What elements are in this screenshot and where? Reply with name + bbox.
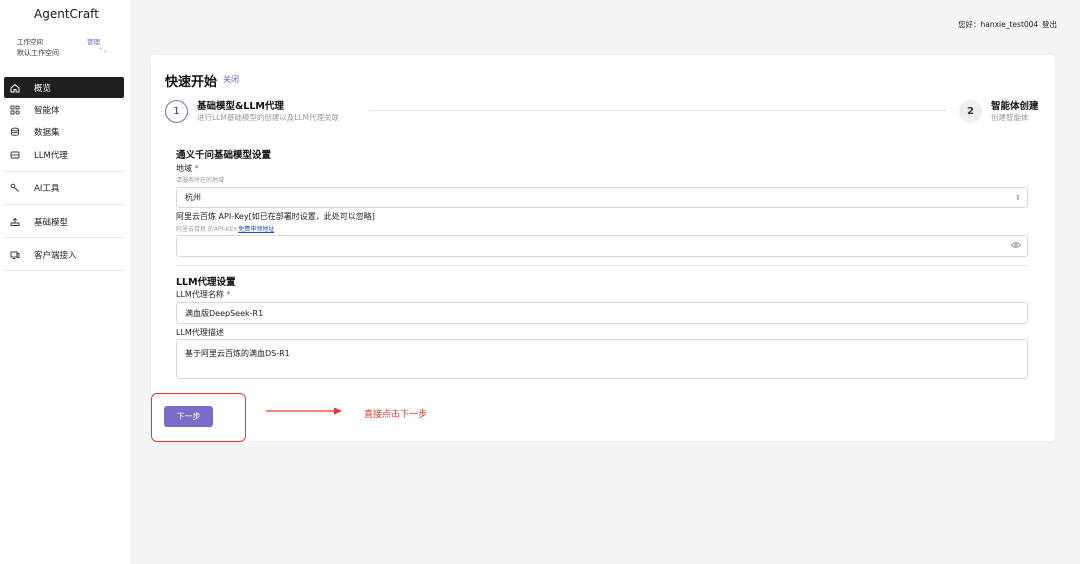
- logout-link[interactable]: 登出: [1042, 19, 1057, 30]
- step-1-title: 基础模型&LLM代理: [197, 101, 284, 112]
- sidebar-item-label: 客户端接入: [34, 250, 77, 261]
- step-2-indicator: 2: [959, 100, 982, 123]
- sidebar-item-base-models[interactable]: 基础模型: [4, 211, 124, 232]
- proxy-desc-value: 基于阿里云百炼的满血DS-R1: [185, 349, 290, 358]
- page-title: 快速开始: [165, 75, 218, 90]
- sidebar-divider: [4, 171, 124, 172]
- annotation-highlight-box: [151, 393, 246, 442]
- required-mark: *: [194, 164, 199, 173]
- sidebar-item-label: 概览: [34, 83, 52, 94]
- eye-icon[interactable]: [1011, 242, 1021, 251]
- apikey-hint: 阿里云百炼 的API-KEY:免费申领地址: [176, 224, 274, 233]
- sidebar-divider: [4, 237, 124, 238]
- proxy-name-value: 满血版DeepSeek-R1: [185, 308, 264, 318]
- app-title: AgentCraft: [34, 7, 99, 21]
- sidebar-item-llm-proxy[interactable]: LLM代理: [4, 144, 124, 165]
- database-icon: [10, 127, 20, 137]
- annotation-text: 直接点击下一步: [364, 410, 428, 420]
- free-apply-link[interactable]: 免费申领地址: [238, 226, 274, 233]
- step-1-desc: 进行LLM基础模型的创建以及LLM代理关联: [197, 113, 340, 122]
- sidebar-divider: [4, 204, 124, 205]
- step-2-desc: 创建智能体: [991, 113, 1029, 122]
- sidebar-item-label: LLM代理: [34, 150, 68, 161]
- apikey-hint-text: 阿里云百炼 的API-KEY:: [176, 226, 239, 233]
- required-mark: *: [226, 290, 231, 299]
- step-2-title: 智能体创建: [991, 101, 1039, 112]
- workspace-panel: 工作空间 管理 默认工作空间 ⌃⌄: [8, 31, 119, 61]
- workspace-manage-link[interactable]: 管理: [87, 36, 100, 46]
- sidebar-item-agents[interactable]: 智能体: [4, 99, 124, 120]
- model-section-title: 通义千问基础模型设置: [176, 150, 272, 161]
- step-1-indicator: 1: [165, 100, 188, 123]
- chevron-updown-icon[interactable]: ⌃⌄: [98, 47, 108, 54]
- sidebar-item-client-access[interactable]: 客户端接入: [4, 244, 124, 265]
- proxy-section-title: LLM代理设置: [176, 277, 236, 288]
- sidebar-item-label: 基础模型: [34, 217, 69, 228]
- proxy-desc-textarea[interactable]: 基于阿里云百炼的满血DS-R1: [176, 339, 1028, 379]
- model-icon: [10, 217, 20, 227]
- sidebar-item-label: 数据集: [34, 127, 60, 138]
- annotation-arrow-icon: [266, 407, 342, 415]
- llm-proxy-icon: [10, 150, 20, 160]
- tool-icon: [10, 183, 20, 193]
- section-divider: [176, 265, 1028, 266]
- sidebar-item-label: AI工具: [34, 183, 60, 194]
- proxy-name-label-text: LLM代理名称: [176, 290, 224, 299]
- sidebar-item-label: 智能体: [34, 105, 60, 116]
- apikey-label: 阿里云百炼 API-Key[如已在部署时设置，此处可以忽略]: [176, 212, 375, 221]
- proxy-name-input[interactable]: 满血版DeepSeek-R1: [176, 302, 1028, 324]
- home-icon: [10, 83, 20, 93]
- region-value: 杭州: [185, 193, 201, 202]
- step-connector: [369, 110, 947, 111]
- apps-icon: [10, 105, 20, 115]
- user-greeting: 您好：hanxie_test004: [958, 20, 1039, 29]
- apikey-input[interactable]: [176, 235, 1028, 257]
- chevron-updown-icon: ⇕: [1015, 193, 1021, 202]
- proxy-desc-label: LLM代理描述: [176, 328, 224, 337]
- client-icon: [10, 250, 20, 260]
- quickstart-card: 快速开始 关闭 1 基础模型&LLM代理 进行LLM基础模型的创建以及LLM代理…: [151, 55, 1055, 441]
- sidebar-divider: [4, 270, 124, 271]
- workspace-select[interactable]: 默认工作空间: [17, 48, 59, 58]
- region-label: 地域 *: [176, 163, 199, 174]
- region-select[interactable]: 杭州 ⇕: [176, 187, 1028, 208]
- proxy-name-label: LLM代理名称 *: [176, 289, 230, 300]
- sidebar: AgentCraft 工作空间 管理 默认工作空间 ⌃⌄ 概览 智能体 数据集 …: [0, 0, 130, 564]
- sidebar-item-datasets[interactable]: 数据集: [4, 121, 124, 142]
- region-hint: 请服务所在的地域: [176, 177, 225, 184]
- region-label-text: 地域: [176, 164, 192, 173]
- sidebar-item-overview[interactable]: 概览: [4, 77, 124, 98]
- sidebar-item-ai-tools[interactable]: AI工具: [4, 177, 124, 198]
- workspace-label: 工作空间: [17, 38, 43, 46]
- close-link[interactable]: 关闭: [223, 74, 239, 85]
